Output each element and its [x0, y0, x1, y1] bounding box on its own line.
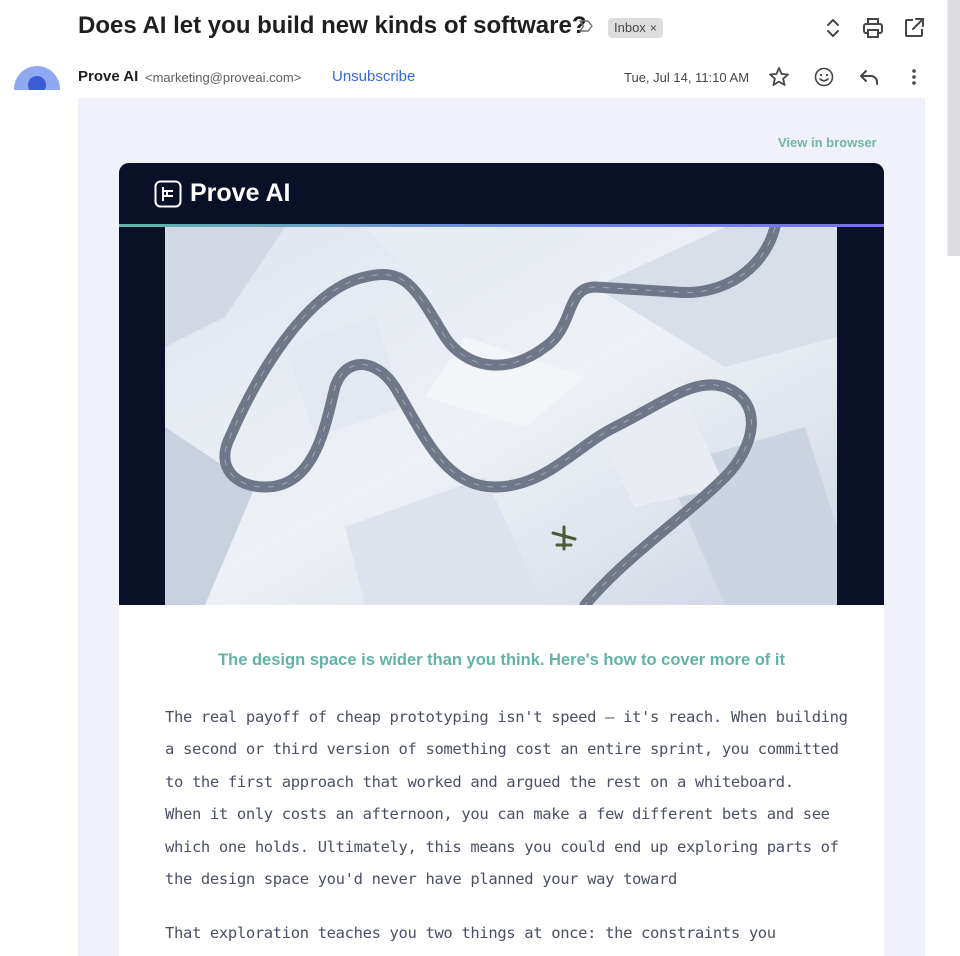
view-in-browser-link[interactable]: View in browser — [778, 135, 877, 150]
sender-avatar[interactable] — [14, 64, 60, 90]
scrollbar-thumb[interactable] — [947, 0, 960, 256]
inbox-label-text: Inbox — [614, 20, 646, 35]
paragraph-line: When it only costs an afternoon, you can… — [165, 805, 830, 824]
subject-row: Does AI let you build new kinds of softw… — [0, 0, 960, 56]
newsletter-card: Prove AI The design space is wider than … — [119, 163, 884, 956]
newsletter-headline: The design space is wider than you think… — [218, 651, 785, 669]
unsubscribe-link[interactable]: Unsubscribe — [332, 68, 415, 85]
paragraph-line: The real payoff of cheap prototyping isn… — [165, 708, 848, 726]
newsletter-header: Prove AI — [119, 163, 884, 225]
sender-email: <marketing@proveai.com> — [145, 70, 302, 85]
paragraph-line: a second or third version of something c… — [165, 740, 839, 759]
email-subject: Does AI let you build new kinds of softw… — [78, 12, 587, 39]
body-paragraph-1: The real payoff of cheap prototyping isn… — [165, 701, 848, 895]
body-paragraph-2: That exploration teaches you two things … — [165, 917, 845, 949]
inbox-label-chip: Inbox × — [608, 18, 663, 38]
up-down-arrows-icon[interactable] — [821, 16, 845, 40]
reply-icon[interactable] — [857, 65, 881, 89]
paragraph-line: which one holds. Ultimately, this means … — [165, 837, 839, 856]
avatar-dot — [28, 76, 46, 90]
print-icon[interactable] — [861, 16, 885, 40]
paragraph-line: to the first approach that worked and ar… — [165, 772, 794, 791]
star-icon[interactable] — [767, 65, 791, 89]
prove-ai-logo-icon — [154, 180, 182, 208]
hero-frame — [119, 227, 884, 605]
sender-name[interactable]: Prove AI — [78, 68, 138, 85]
open-in-new-window-icon[interactable] — [902, 16, 926, 40]
remove-label-icon[interactable]: × — [650, 21, 657, 35]
important-marker-icon[interactable] — [577, 17, 595, 35]
brand-name: Prove AI — [190, 179, 291, 207]
paragraph-line: That exploration teaches you two things … — [165, 924, 776, 942]
emoji-icon[interactable] — [812, 65, 836, 89]
hero-image-winding-road — [165, 227, 837, 605]
email-date: Tue, Jul 14, 11:10 AM — [624, 70, 750, 85]
paragraph-line: the design space you'd never have planne… — [165, 870, 677, 889]
more-vertical-icon[interactable] — [902, 65, 926, 89]
